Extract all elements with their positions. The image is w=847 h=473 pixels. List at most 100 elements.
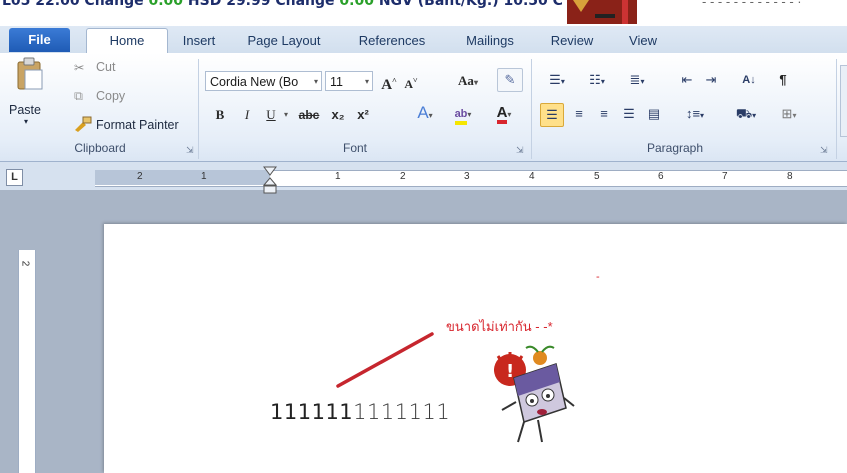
ruler-numbers: 2 1 1 2 3 4 5 6 7 8 [95,170,847,185]
font-size-combo[interactable]: 11 ▾ [325,71,373,91]
numbering-icon: ☷ [589,72,601,87]
line-spacing-button[interactable]: ↕≡▾ [678,103,712,125]
paste-label: Paste [9,103,41,117]
clear-formatting-button[interactable]: ✎ [497,68,523,92]
tab-selector-button[interactable]: L [6,169,23,186]
ticker-change: 0.00 [339,0,374,9]
subscript-button[interactable]: x₂ [327,104,349,126]
align-left-button[interactable]: ☰ [540,103,564,127]
underline-button[interactable]: U [262,104,280,126]
indent-marker-icon[interactable] [263,166,277,194]
align-right-button[interactable]: ≡ [593,103,615,125]
clipboard-dialog-launcher-icon[interactable]: ⇲ [186,145,196,155]
scissors-icon: ✂ [74,61,85,75]
align-right-icon: ≡ [600,106,608,121]
grow-font-button[interactable]: A˄ [380,70,398,93]
chevron-down-icon: ▾ [752,111,757,120]
numbering-button[interactable]: ☷▾ [580,69,614,91]
paste-button[interactable]: Paste ▾ [6,55,56,131]
ruler-tick-label: 1 [335,171,341,182]
italic-button[interactable]: I [238,104,256,126]
tab-review[interactable]: Review [540,30,604,51]
text-effects-button[interactable]: A▾ [408,102,442,124]
ruler-tick-label: 5 [594,171,600,182]
line-spacing-icon: ↕≡ [685,106,701,121]
ticker-text: NGV (Baht/Kg.) 10.50 C [373,0,563,9]
title-right-text: - - - - - - - - - - - - · [702,0,802,9]
increase-indent-button[interactable]: ⇥ [700,69,722,91]
vertical-ruler[interactable]: 2 [18,250,36,473]
ticker-text: L05 22.00 Change [2,0,149,9]
chevron-down-icon: ▾ [364,77,369,86]
tab-view[interactable]: View [618,30,668,51]
chevron-down-icon[interactable]: ▾ [280,104,292,126]
copy-label: Copy [96,89,126,103]
align-left-icon: ☰ [546,107,558,122]
highlight-color-button[interactable]: ab▾ [446,102,480,125]
superscript-button[interactable]: x² [352,104,374,126]
multilevel-list-button[interactable]: ≣▾ [620,69,654,91]
tab-insert[interactable]: Insert [174,30,224,51]
format-painter-button[interactable]: Format Painter [74,114,194,136]
decrease-indent-button[interactable]: ⇤ [676,69,698,91]
copy-button[interactable]: ⧉ Copy [74,87,144,107]
borders-button[interactable]: ⊞▾ [772,103,806,125]
justify-button[interactable]: ☰ [618,103,640,125]
borders-icon: ⊞ [781,106,793,121]
font-dialog-launcher-icon[interactable]: ⇲ [516,145,526,155]
bullets-button[interactable]: ☰▾ [540,69,574,91]
group-separator [836,59,837,159]
paste-icon [17,57,43,90]
font-color-icon: A [496,105,508,124]
ribbon-tab-bar: File Home Insert Page Layout References … [0,26,847,54]
ticker-text: HSD 29.99 Change [183,0,340,9]
chevron-down-icon: ▾ [700,111,705,120]
tab-page-layout[interactable]: Page Layout [236,30,332,51]
sort-button[interactable]: A↓ [738,69,760,91]
red-line-shape[interactable] [330,330,436,390]
align-center-button[interactable]: ≡ [568,103,590,125]
cut-label: Cut [96,60,116,74]
show-formatting-marks-button[interactable]: ¶ [772,69,794,91]
font-size-value: 11 [330,75,343,89]
justify-icon: ☰ [623,106,635,121]
chevron-down-icon: ▾ [428,111,433,120]
font-name-combo[interactable]: Cordia New (Bo ▾ [205,71,322,91]
distributed-icon: ▤ [647,106,661,121]
ruler-tick-label: 1 [201,171,207,182]
chevron-down-icon: ▾ [313,77,318,86]
chevron-down-icon: ▾ [467,110,472,119]
change-case-button[interactable]: Aa▾ [448,70,488,92]
paint-bucket-icon: ⛟ [735,106,753,121]
ruler-tick-label: 3 [464,171,470,182]
chevron-down-icon: ▾ [560,77,565,86]
distributed-button[interactable]: ▤ [643,103,665,125]
font-group-label: Font [342,141,367,155]
bullets-icon: ☰ [549,72,561,87]
tab-mailings[interactable]: Mailings [452,30,528,51]
ruler-tick-label: 4 [529,171,535,182]
cut-button[interactable]: ✂ Cut [74,58,144,78]
shading-button[interactable]: ⛟▾ [726,103,766,125]
document-page[interactable] [104,224,847,473]
shrink-font-button[interactable]: A˅ [402,70,420,92]
paragraph-dialog-launcher-icon[interactable]: ⇲ [820,145,830,155]
strikethrough-button[interactable]: abc [295,104,323,126]
sort-icon: A↓ [742,74,756,86]
title-strip: L05 22.00 Change 0.00 HSD 29.99 Change 0… [0,0,847,26]
ticker-change: 0.00 [148,0,184,9]
change-case-label: Aa [458,73,474,88]
text-effects-icon: A [417,103,429,122]
font-color-button[interactable]: A▾ [487,102,521,124]
ruler-tick-label: 8 [787,171,793,182]
number-text-bold: 111111 [270,400,354,424]
tab-references[interactable]: References [345,30,439,51]
decorative-emoticon-icon [567,0,637,24]
bold-button[interactable]: B [211,104,229,126]
ruler-tick-label: 6 [658,171,664,182]
pilcrow-icon: ¶ [779,72,787,87]
tab-home[interactable]: Home [86,28,168,54]
styles-gallery-edge[interactable] [840,65,847,137]
tab-file[interactable]: File [9,28,70,52]
ribbon: Paste ▾ ✂ Cut ⧉ Copy Format Painter Clip… [0,53,847,162]
